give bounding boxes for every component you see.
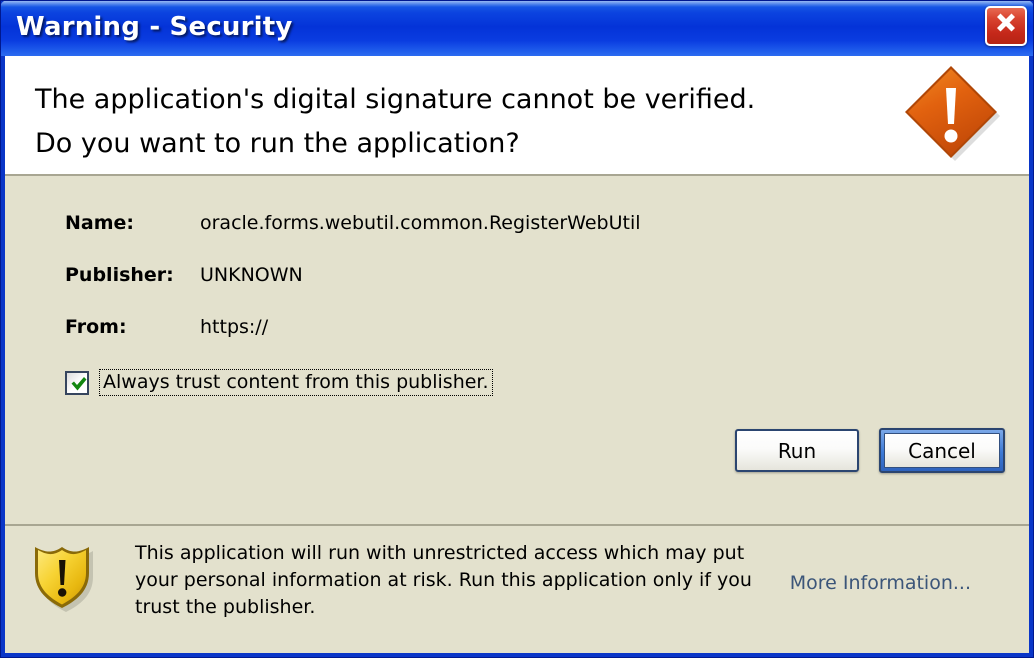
cancel-button-focus-ring: Cancel [879,428,1005,473]
shield-warning-glyph [35,547,93,612]
field-row-publisher: Publisher: UNKNOWN [65,264,303,286]
title-bar-highlight [0,0,1034,7]
field-label-name: Name: [65,212,135,234]
field-row-from: From: https:// [65,316,268,338]
field-label-from: From: [65,316,127,338]
footer-warning-text: This application will run with unrestric… [135,540,755,621]
run-button[interactable]: Run [735,429,859,472]
footer-section: This application will run with unrestric… [5,526,1029,653]
button-bar: Run Cancel [735,428,1005,473]
window-title: Warning - Security [16,12,293,42]
close-icon[interactable] [985,6,1027,46]
title-bar[interactable]: Warning - Security [0,0,1034,56]
header-message-line-2: Do you want to run the application? [35,128,520,159]
field-row-name: Name: oracle.forms.webutil.common.Registe… [65,212,641,234]
header-section: The application's digital signature cann… [5,56,1029,176]
checkmark-icon [71,376,87,390]
warning-diamond-icon [903,64,1007,168]
dialog-client-area: The application's digital signature cann… [5,56,1029,653]
security-warning-dialog: Warning - Security The application's dig… [0,0,1034,658]
header-message: The application's digital signature cann… [35,78,755,166]
always-trust-label[interactable]: Always trust content from this publisher… [99,369,493,396]
cancel-button[interactable]: Cancel [884,433,1000,468]
warning-diamond-glyph [905,66,1000,161]
field-value-from: https:// [200,316,269,338]
details-section: Name: oracle.forms.webutil.common.Registe… [5,176,1029,526]
field-label-publisher: Publisher: [65,264,174,286]
always-trust-checkbox[interactable] [65,370,89,395]
footer-warning-line-2: your personal information at risk. Run t… [135,569,752,591]
close-x-glyph [997,13,1015,32]
shield-warning-icon [33,544,99,616]
footer-warning-line-1: This application will run with unrestric… [135,542,745,564]
field-value-name: oracle.forms.webutil.common.RegisterWebU… [200,212,641,234]
footer-warning-line-3: trust the publisher. [135,596,316,618]
always-trust-row[interactable]: Always trust content from this publisher… [65,369,493,396]
field-value-publisher: UNKNOWN [200,264,303,286]
more-information-link[interactable]: More Information... [790,572,971,594]
header-message-line-1: The application's digital signature cann… [35,84,756,115]
